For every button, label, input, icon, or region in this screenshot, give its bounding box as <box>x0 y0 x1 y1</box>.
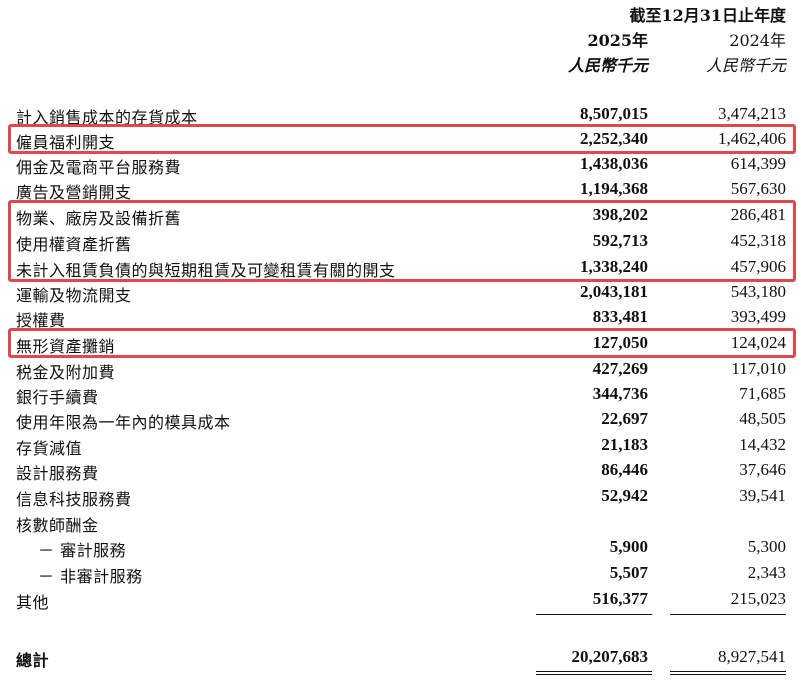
table-row: 存貨減值 21,183 14,432 <box>16 435 786 458</box>
total-row: 總計 20,207,683 8,927,541 <box>16 647 786 670</box>
table-row: 其他 516,377 215,023 <box>16 589 786 612</box>
unit-2024-header: 人民幣千元 <box>705 56 786 75</box>
year-2025-header: 2025年 <box>587 31 648 50</box>
table-row: 税金及附加費 427,269 117,010 <box>16 359 786 382</box>
table-row: 廣告及營銷開支 1,194,368 567,630 <box>16 179 786 202</box>
table-row: 佣金及電商平台服務費 1,438,036 614,399 <box>16 154 786 177</box>
total-rule-2024-b <box>670 674 786 675</box>
table-row: － 審計服務 5,900 5,300 <box>38 537 786 560</box>
year-2024-header: 2024年 <box>729 31 786 50</box>
table-row: 核數師酬金 <box>16 516 99 535</box>
highlight-box-depreciation-leases <box>8 200 796 282</box>
table-row: 運輸及物流開支 2,043,181 543,180 <box>16 282 786 305</box>
total-rule-2024-a <box>670 671 786 672</box>
table-row: 信息科技服務費 52,942 39,541 <box>16 486 786 509</box>
table-row: － 非審計服務 5,507 2,343 <box>38 563 786 586</box>
table-row: 授權費 833,481 393,499 <box>16 307 786 330</box>
highlight-box-amortisation <box>8 328 796 358</box>
subtotal-rule-2025 <box>536 614 652 615</box>
highlight-box-employee-benefits <box>8 124 796 154</box>
unit-2025-header: 人民幣千元 <box>567 56 648 75</box>
total-rule-2025-a <box>536 671 652 672</box>
table-row: 設計服務費 86,446 37,646 <box>16 460 786 483</box>
table-row: 銀行手續費 344,736 71,685 <box>16 384 786 407</box>
subtotal-rule-2024 <box>670 614 786 615</box>
table-row: 使用年限為一年內的模具成本 22,697 48,505 <box>16 409 786 432</box>
total-rule-2025-b <box>536 674 652 675</box>
period-header: 截至12月31日止年度 <box>629 6 786 25</box>
